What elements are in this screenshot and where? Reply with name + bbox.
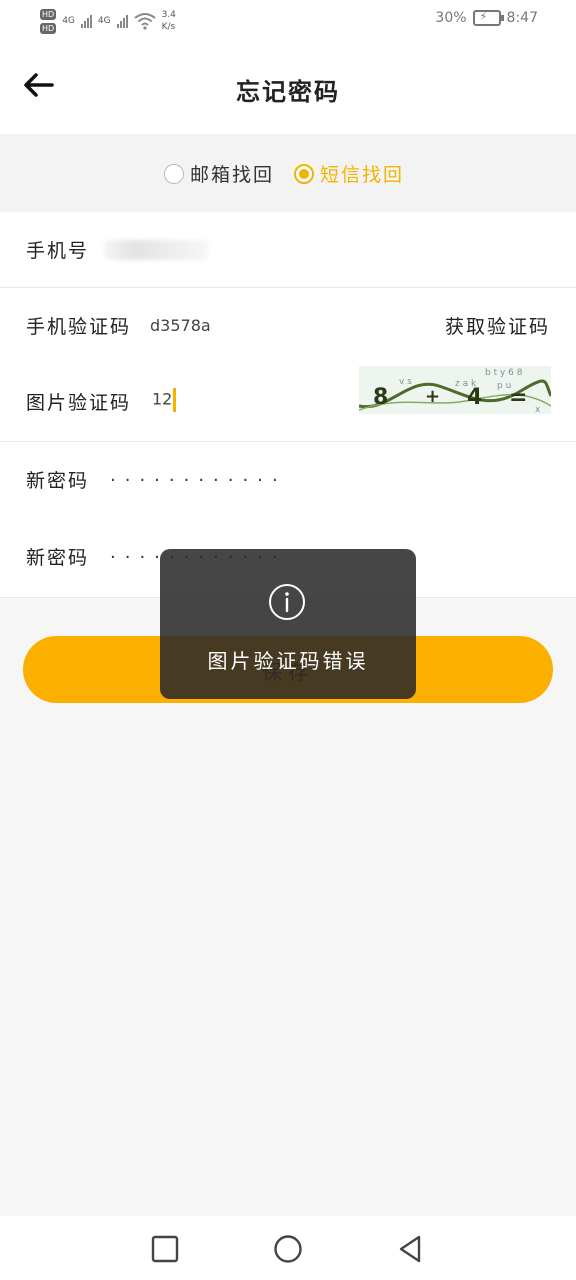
sms-code-input[interactable]: d3578a xyxy=(150,316,211,335)
back-triangle-icon[interactable] xyxy=(394,1232,428,1266)
wifi-icon xyxy=(133,13,156,30)
svg-text:=: = xyxy=(509,385,527,410)
network-speed: 3.4 K/s xyxy=(162,9,176,33)
clock: 8:47 xyxy=(506,10,538,26)
sms-recovery-option[interactable]: 短信找回 xyxy=(294,160,404,187)
captcha-image[interactable]: 8 + 4 = v s z a k b t y 6 8 p u x xyxy=(359,366,551,414)
verification-section: 手机验证码 d3578a 获取验证码 图片验证码 12 8 + 4 = v s … xyxy=(0,288,576,441)
battery-icon: ⚡ xyxy=(472,10,504,26)
svg-text:v s: v s xyxy=(399,377,412,387)
phone-label: 手机号 xyxy=(26,240,90,262)
phone-section: 手机号 xyxy=(0,212,576,287)
home-circle-icon[interactable] xyxy=(271,1232,305,1266)
image-code-value: 12 xyxy=(152,389,173,409)
image-code-input[interactable]: 12 xyxy=(152,388,177,412)
battery-percent: 30% xyxy=(435,10,467,26)
email-recovery-option[interactable]: 邮箱找回 xyxy=(164,160,274,187)
system-nav-bar xyxy=(0,1216,576,1280)
sms-code-label: 手机验证码 xyxy=(26,316,132,338)
status-bar: HD HD 4G 4G 3.4 K/s 30% ⚡ 8:47 xyxy=(0,0,576,44)
new-password-row: 新密码 ············ xyxy=(0,442,576,518)
svg-text:+: + xyxy=(425,386,440,407)
get-code-button[interactable]: 获取验证码 xyxy=(445,312,550,339)
svg-text:b t y 6 8: b t y 6 8 xyxy=(485,368,523,378)
phone-field-blurred[interactable] xyxy=(104,240,208,260)
toast-message: 图片验证码错误 xyxy=(207,649,369,673)
confirm-password-label: 新密码 xyxy=(26,547,90,569)
network-type-2: 4G xyxy=(97,16,111,26)
new-password-label: 新密码 xyxy=(26,470,90,492)
app-header: 忘记密码 xyxy=(0,44,576,134)
hd-indicators: HD HD xyxy=(40,8,57,34)
svg-text:p u: p u xyxy=(497,381,511,391)
error-toast: 图片验证码错误 xyxy=(160,549,416,699)
recent-apps-square-icon[interactable] xyxy=(148,1232,182,1266)
hd-badge-2: HD xyxy=(40,22,57,34)
svg-text:8: 8 xyxy=(373,385,388,410)
status-left: HD HD 4G 4G 3.4 K/s xyxy=(40,4,176,38)
sms-code-row: 手机验证码 d3578a 获取验证码 xyxy=(0,288,576,364)
radio-email[interactable] xyxy=(164,163,184,184)
speed-value: 3.4 xyxy=(161,10,176,20)
status-right: 30% ⚡ 8:47 xyxy=(435,10,538,26)
info-icon xyxy=(269,584,305,620)
text-cursor xyxy=(173,388,177,412)
sms-recovery-label: 短信找回 xyxy=(320,164,405,186)
signal-icon xyxy=(80,14,92,28)
image-code-row: 图片验证码 12 8 + 4 = v s z a k b t y 6 8 p u… xyxy=(0,364,576,440)
radio-sms[interactable] xyxy=(294,163,314,184)
speed-unit: K/s xyxy=(161,22,176,32)
hd-badge-1: HD xyxy=(40,8,57,20)
image-code-label: 图片验证码 xyxy=(26,392,132,414)
network-type-1: 4G xyxy=(62,16,75,26)
svg-text:z a k: z a k xyxy=(455,379,477,389)
email-recovery-label: 邮箱找回 xyxy=(190,164,275,186)
new-password-input[interactable]: ············ xyxy=(110,470,287,491)
page-title: 忘记密码 xyxy=(236,78,340,106)
signal-icon-2 xyxy=(116,14,128,28)
svg-text:x: x xyxy=(535,405,541,414)
recovery-method-selector: 邮箱找回 短信找回 xyxy=(0,134,576,212)
